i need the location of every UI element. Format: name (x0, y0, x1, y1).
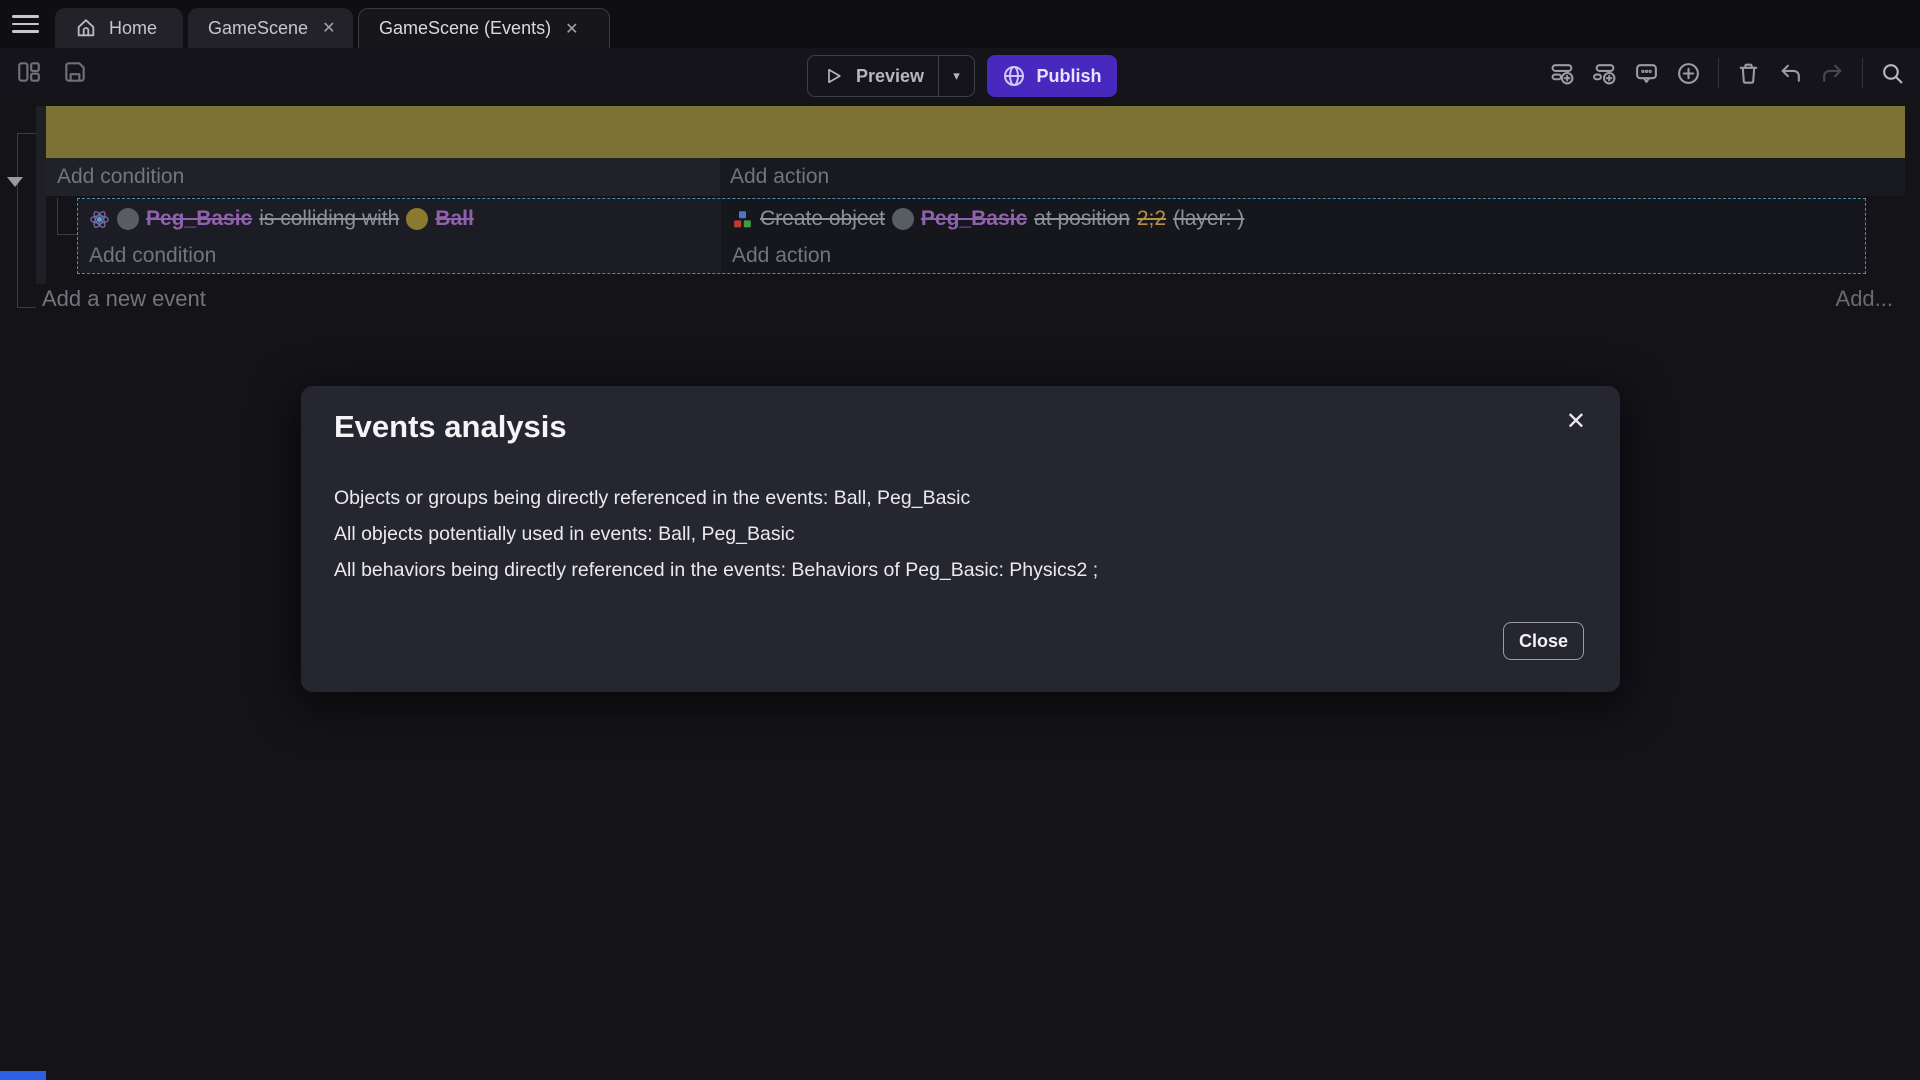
play-icon (824, 66, 844, 86)
redo-icon[interactable] (1820, 61, 1845, 86)
peg-basic-object-icon (892, 208, 914, 230)
action-layer-text: (layer: ) (1173, 207, 1244, 231)
event-tree-line (17, 133, 18, 307)
search-icon[interactable] (1880, 61, 1905, 86)
ball-object-icon (406, 208, 428, 230)
selected-subevent[interactable]: Peg_Basic is colliding with Ball Add con… (77, 198, 1866, 274)
tab-gamescene-events[interactable]: GameScene (Events) ✕ (358, 8, 610, 48)
dialog-body: Objects or groups being directly referen… (334, 480, 1098, 588)
add-subevent-icon[interactable] (1592, 61, 1617, 86)
add-more-button[interactable]: Add... (1836, 286, 1893, 312)
tab-gamescene[interactable]: GameScene ✕ (188, 8, 353, 48)
actions-column: Create object Peg_Basic at position 2;2 … (721, 199, 1865, 273)
add-condition-button[interactable]: Add condition (78, 239, 721, 273)
add-event-icon[interactable] (1550, 61, 1575, 86)
preview-button[interactable]: Preview ▾ (807, 55, 975, 97)
events-analysis-dialog: Events analysis ✕ Objects or groups bein… (301, 386, 1620, 692)
tab-close-icon[interactable]: ✕ (563, 19, 580, 39)
dialog-line-behaviors: All behaviors being directly referenced … (334, 552, 1098, 588)
preview-label: Preview (856, 66, 924, 87)
create-object-icon (732, 209, 753, 230)
event-indent-strip (36, 106, 46, 284)
physics-behavior-icon (89, 209, 110, 230)
tab-gamescene-events-label: GameScene (Events) (379, 18, 551, 39)
tab-home[interactable]: Home (55, 8, 183, 48)
subevent-tree-line (57, 198, 58, 234)
dialog-line-objects-referenced: Objects or groups being directly referen… (334, 480, 1098, 516)
toolbar: Preview ▾ Publish (0, 48, 1920, 98)
condition-object2: Ball (435, 207, 474, 231)
publish-label: Publish (1036, 66, 1101, 87)
add-comment-icon[interactable] (1634, 61, 1659, 86)
collapse-event-icon[interactable] (7, 177, 23, 187)
tab-strip: Home GameScene ✕ GameScene (Events) ✕ (0, 0, 1920, 48)
conditions-column: Peg_Basic is colliding with Ball Add con… (78, 199, 721, 273)
add-new-event-row: Add a new event Add... (0, 286, 1905, 316)
toolbar-divider (1862, 58, 1863, 88)
dialog-close-button[interactable]: Close (1503, 622, 1584, 660)
add-circle-icon[interactable] (1676, 61, 1701, 86)
condition-row[interactable]: Peg_Basic is colliding with Ball (78, 199, 721, 239)
preview-dropdown-arrow[interactable]: ▾ (938, 56, 974, 96)
home-icon (75, 17, 97, 39)
save-icon[interactable] (62, 59, 88, 85)
action-verb: Create object (760, 207, 885, 231)
add-action-button[interactable]: Add action (721, 239, 1865, 273)
dialog-title: Events analysis (334, 409, 567, 445)
panel-layout-icon[interactable] (16, 59, 42, 85)
action-row[interactable]: Create object Peg_Basic at position 2;2 … (721, 199, 1865, 239)
tab-home-label: Home (109, 18, 157, 39)
trash-icon[interactable] (1736, 61, 1761, 86)
tab-close-icon[interactable]: ✕ (320, 18, 337, 38)
add-condition-button[interactable]: Add condition (46, 158, 720, 196)
action-value: 2;2 (1137, 207, 1166, 231)
globe-icon (1002, 64, 1026, 88)
subevent-tree-line (57, 234, 77, 235)
publish-button[interactable]: Publish (987, 55, 1117, 97)
main-menu-icon[interactable] (12, 13, 42, 35)
app-window: Home GameScene ✕ GameScene (Events) ✕ (0, 0, 1920, 1080)
condition-object1: Peg_Basic (146, 207, 252, 231)
event-tree-line (17, 133, 36, 134)
add-action-button[interactable]: Add action (720, 158, 1905, 196)
tab-gamescene-label: GameScene (208, 18, 308, 39)
action-object: Peg_Basic (921, 207, 1027, 231)
add-new-event-button[interactable]: Add a new event (42, 286, 206, 312)
bottom-left-indicator (0, 1071, 46, 1080)
condition-text: is colliding with (259, 207, 399, 231)
dialog-line-objects-used: All objects potentially used in events: … (334, 516, 1098, 552)
event-row: Add condition Add action (46, 158, 1905, 196)
action-text: at position (1034, 207, 1130, 231)
undo-icon[interactable] (1778, 61, 1803, 86)
toolbar-divider (1718, 58, 1719, 88)
events-toolbar-icons (1550, 59, 1905, 87)
comment-event[interactable] (46, 106, 1905, 158)
peg-basic-object-icon (117, 208, 139, 230)
dialog-close-icon[interactable]: ✕ (1566, 410, 1586, 434)
